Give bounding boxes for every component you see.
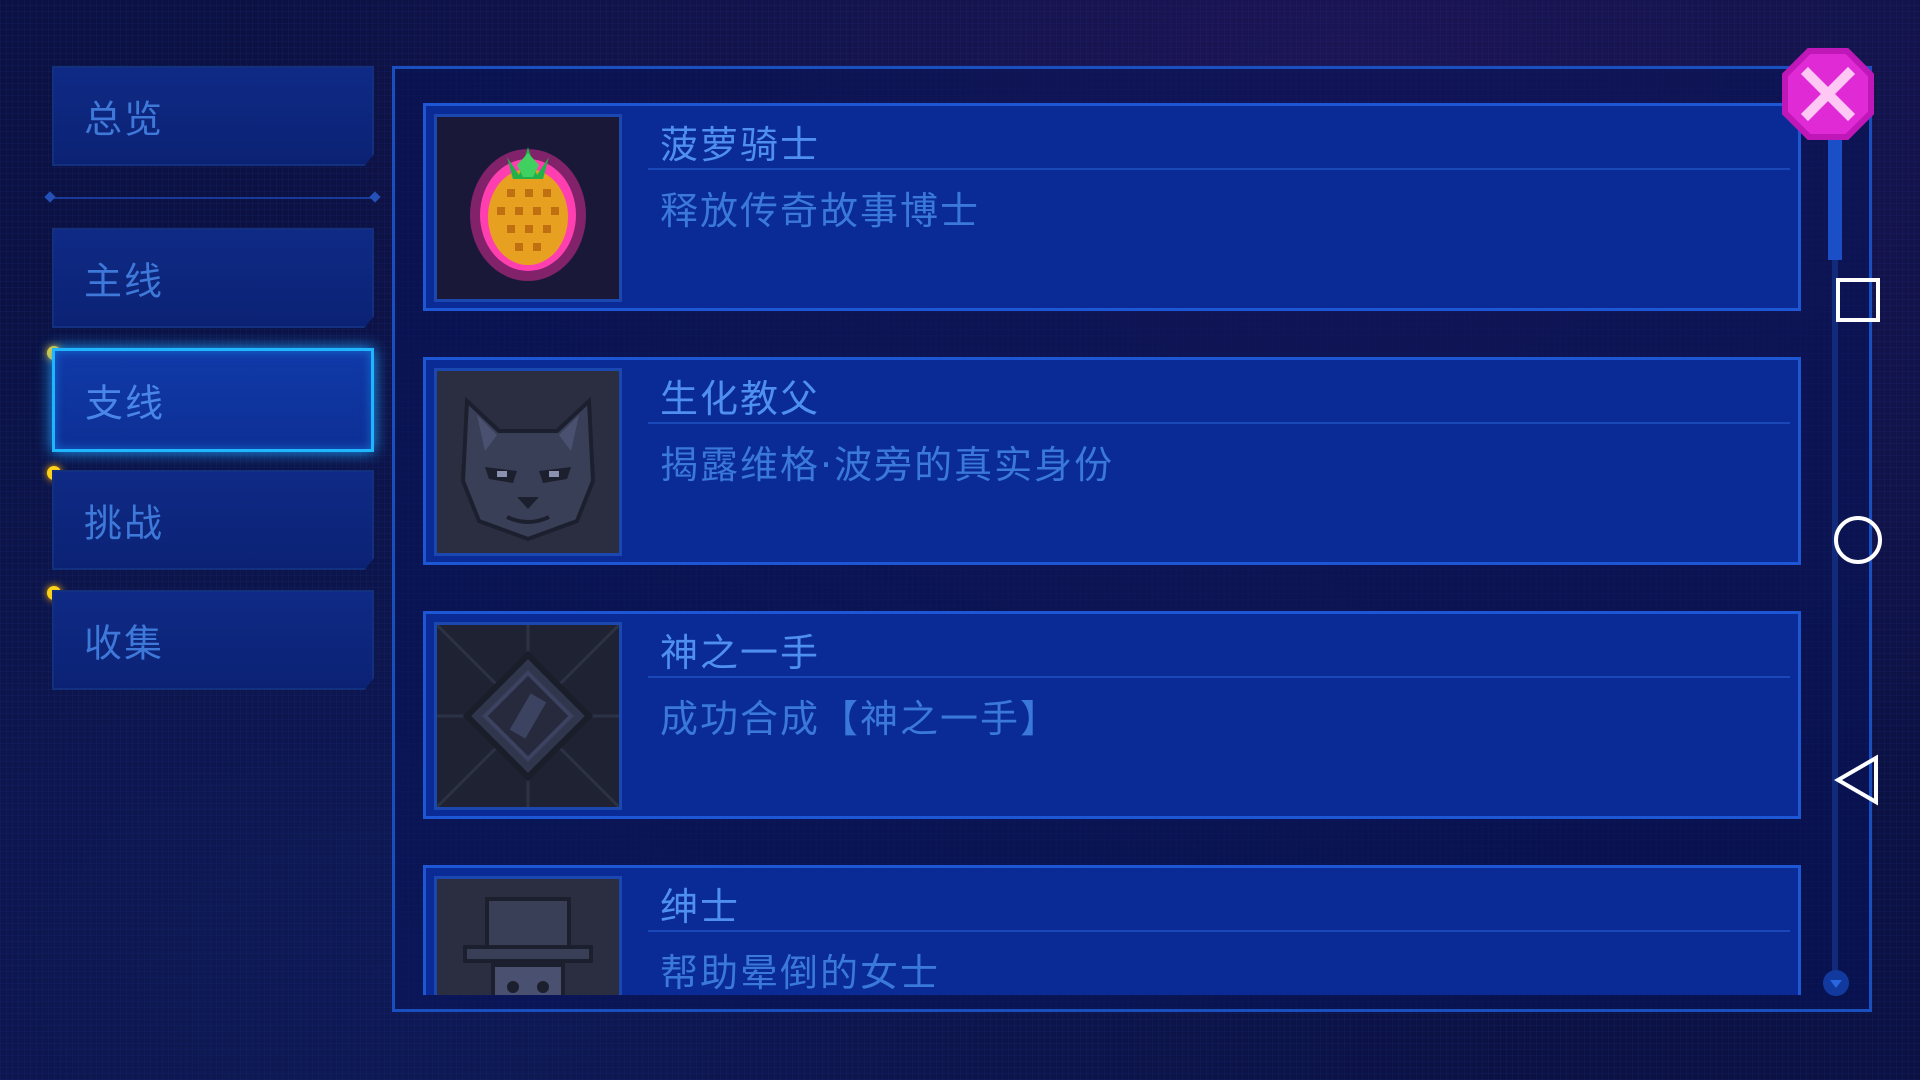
achievement-description: 释放传奇故事博士 <box>660 189 981 233</box>
tab-label: 主线 <box>84 259 165 304</box>
achievement-title: 菠萝骑士 <box>660 123 821 167</box>
tab-main-quest[interactable]: 主线 <box>52 228 374 328</box>
achievement-title: 神之一手 <box>660 631 821 675</box>
category-sidebar: 总览 主线 支线 挑战 收集 <box>0 0 400 1080</box>
achievement-card[interactable]: 菠萝骑士 释放传奇故事博士 <box>423 103 1801 311</box>
close-button[interactable] <box>1782 48 1874 140</box>
tab-label: 挑战 <box>84 501 165 546</box>
card-divider <box>648 422 1790 424</box>
circle-icon[interactable] <box>1832 514 1884 566</box>
tab-overview[interactable]: 总览 <box>52 66 374 166</box>
achievement-description: 成功合成【神之一手】 <box>660 697 1061 741</box>
achievement-description: 帮助晕倒的女士 <box>660 951 941 995</box>
tab-challenge[interactable]: 挑战 <box>52 470 374 570</box>
gentleman-hat-icon <box>434 876 622 995</box>
sidebar-divider <box>50 197 375 199</box>
square-icon[interactable] <box>1832 274 1884 326</box>
tab-collection[interactable]: 收集 <box>52 590 374 690</box>
achievement-card[interactable]: 绅士 帮助晕倒的女士 <box>423 865 1801 995</box>
achievement-panel: 菠萝骑士 释放传奇故事博士 生化教父 揭露维格·波旁的真实身份 神之一手 成功合… <box>392 66 1872 1012</box>
game-screen: 总览 主线 支线 挑战 收集 菠萝骑士 释放传奇故事博士 生化教父 揭露维格·波… <box>0 0 1920 1080</box>
achievement-title: 绅士 <box>660 885 741 929</box>
tab-label: 支线 <box>85 381 166 426</box>
card-divider <box>648 676 1790 678</box>
pineapple-icon <box>434 114 622 302</box>
diamond-emblem-icon <box>434 622 622 810</box>
achievement-card[interactable]: 生化教父 揭露维格·波旁的真实身份 <box>423 357 1801 565</box>
achievement-list[interactable]: 菠萝骑士 释放传奇故事博士 生化教父 揭露维格·波旁的真实身份 神之一手 成功合… <box>423 99 1813 995</box>
tab-side-quest[interactable]: 支线 <box>52 348 374 452</box>
achievement-description: 揭露维格·波旁的真实身份 <box>660 443 1115 487</box>
scrollbar-thumb[interactable] <box>1828 140 1842 260</box>
triangle-back-icon[interactable] <box>1832 754 1884 806</box>
tab-label: 收集 <box>84 621 165 666</box>
card-divider <box>648 930 1790 932</box>
close-icon <box>1800 66 1856 122</box>
tab-label: 总览 <box>84 97 165 142</box>
card-divider <box>648 168 1790 170</box>
achievement-card[interactable]: 神之一手 成功合成【神之一手】 <box>423 611 1801 819</box>
scroll-down-icon[interactable] <box>1823 970 1849 996</box>
cat-face-icon <box>434 368 622 556</box>
achievement-title: 生化教父 <box>660 377 821 421</box>
